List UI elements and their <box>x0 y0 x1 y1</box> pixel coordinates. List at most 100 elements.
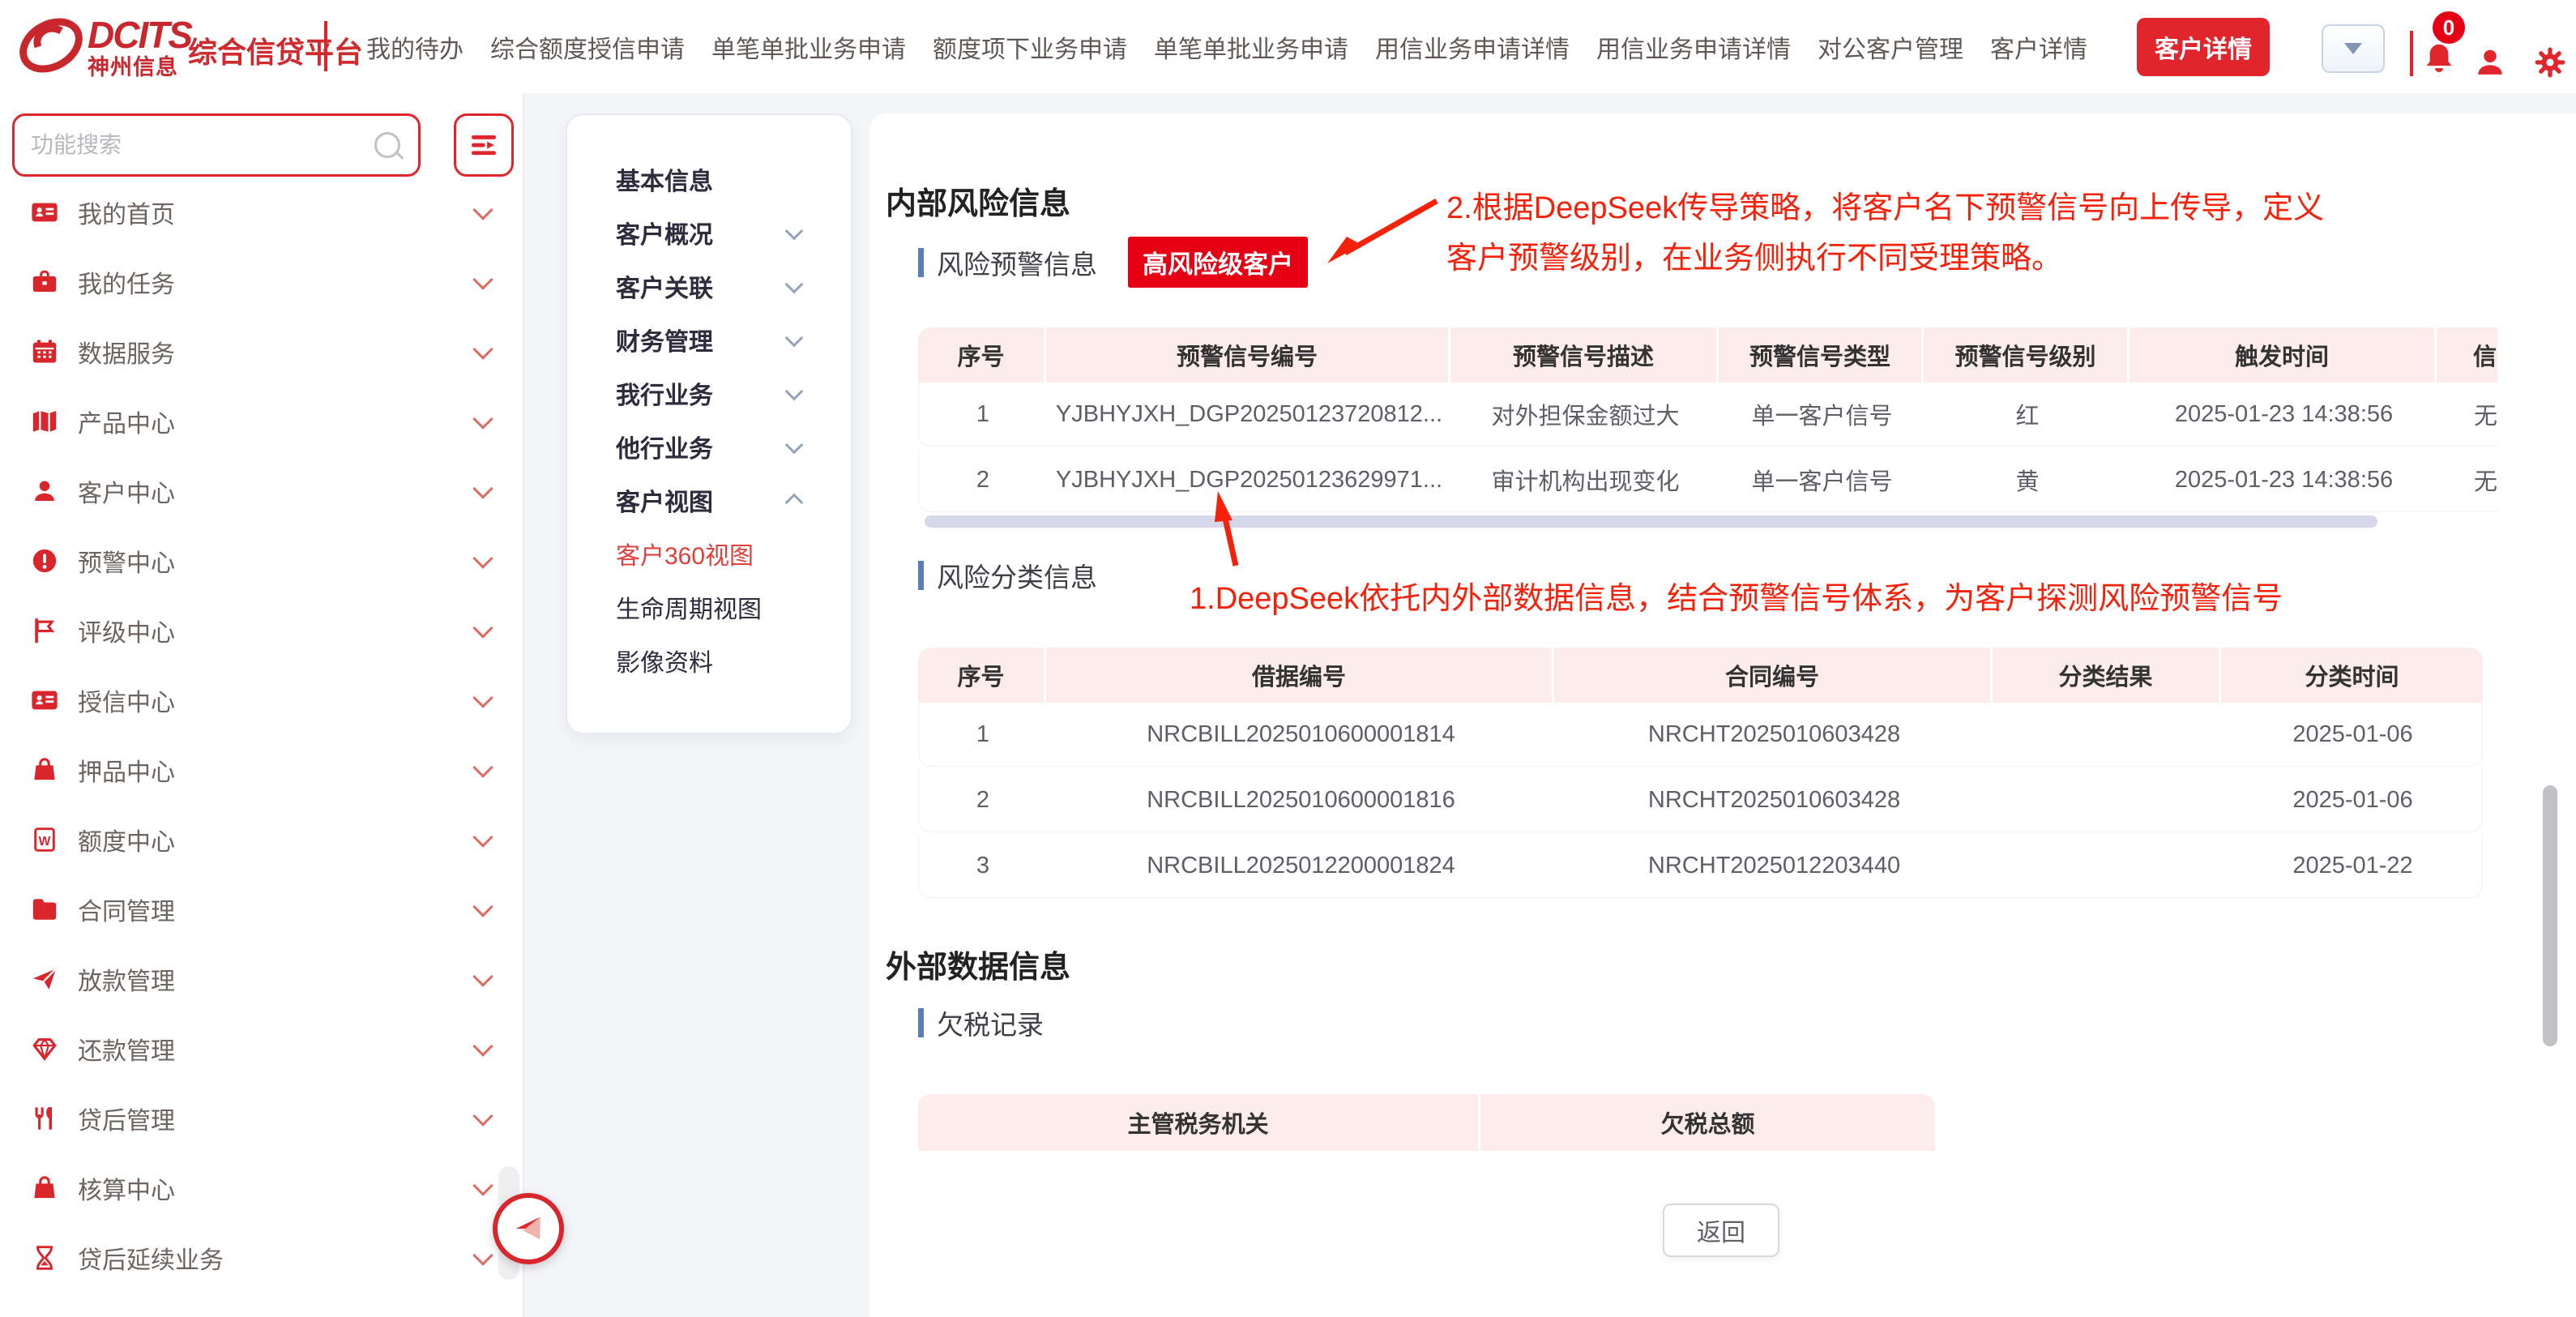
sidebar-item-label: 放款管理 <box>78 961 175 997</box>
chevron-down-icon <box>472 339 493 359</box>
sidebar-item-home[interactable]: 我的首页 <box>0 177 523 247</box>
tab-customer-detail-active[interactable]: 客户详情 <box>2137 18 2270 76</box>
chevron-down-icon <box>785 435 804 454</box>
submenu-label: 基本信息 <box>616 161 713 197</box>
tab-loan-detail-2[interactable]: 用信业务申请详情 <box>1596 29 1791 65</box>
sidebar-item-label: 数据服务 <box>78 334 175 370</box>
page-scrollbar[interactable] <box>2543 785 2557 1046</box>
cell: 无 <box>2437 448 2497 511</box>
submenu-lifecycle-view[interactable]: 生命周期视图 <box>567 580 851 634</box>
gem-icon <box>31 1035 58 1063</box>
sidebar-item-warning-center[interactable]: 预警中心 <box>0 526 523 596</box>
sidebar-item-label: 我的任务 <box>78 264 175 300</box>
cell: NRCHT2025012203440 <box>1555 834 1993 897</box>
sidebar-item-label: 贷后延续业务 <box>78 1240 224 1276</box>
tab-overflow-dropdown[interactable] <box>2322 24 2385 73</box>
sidebar-item-product-center[interactable]: 产品中心 <box>0 387 523 456</box>
column-header: 主管税务机关 <box>918 1094 1480 1151</box>
gear-icon[interactable] <box>2533 45 2567 79</box>
tab-customer-detail[interactable]: 客户详情 <box>1990 29 2087 65</box>
sidebar-item-rating-center[interactable]: 评级中心 <box>0 596 523 665</box>
sidebar-item-postloan-mgmt[interactable]: 贷后管理 <box>0 1084 523 1153</box>
brand-name: DCITS <box>88 16 191 53</box>
cell: 单一客户信号 <box>1719 383 1925 446</box>
magnifier-icon <box>374 132 400 158</box>
back-button[interactable]: 返回 <box>1663 1204 1779 1257</box>
horizontal-scrollbar[interactable] <box>925 515 2377 528</box>
cell: NRCBILL2025010600001814 <box>1047 703 1555 766</box>
menu-toggle-button[interactable] <box>454 113 514 177</box>
sidebar-item-label: 预警中心 <box>78 543 175 579</box>
tab-credit-apply[interactable]: 综合额度授信申请 <box>490 29 685 65</box>
submenu-label: 客户360视图 <box>616 536 754 571</box>
table-row[interactable]: 1 NRCBILL2025010600001814 NRCHT202501060… <box>918 703 2483 767</box>
header-red-divider <box>2410 31 2413 76</box>
tab-single-batch-1[interactable]: 单笔单批业务申请 <box>711 29 906 65</box>
utensils-icon <box>31 1105 58 1132</box>
submenu-label: 影像资料 <box>616 643 713 678</box>
tab-my-todo[interactable]: 我的待办 <box>366 29 464 65</box>
sidebar-item-quota-center[interactable]: 额度中心 <box>0 805 523 874</box>
sidebar-item-postloan-continuation[interactable]: 贷后延续业务 <box>0 1223 523 1293</box>
tab-single-batch-2[interactable]: 单笔单批业务申请 <box>1154 29 1348 65</box>
sidebar-item-label: 还款管理 <box>78 1031 175 1067</box>
submenu-customer-relations[interactable]: 客户关联 <box>567 259 851 313</box>
sidebar-item-data-service[interactable]: 数据服务 <box>0 317 523 387</box>
user-icon[interactable] <box>2473 44 2507 81</box>
calendar-icon <box>31 338 58 366</box>
cell <box>1993 703 2222 766</box>
sidebar-collapse-button[interactable] <box>493 1193 564 1264</box>
submenu-customer-360-view[interactable]: 客户360视图 <box>567 527 851 580</box>
chevron-down-icon <box>472 478 493 498</box>
briefcase-icon <box>31 268 58 296</box>
submenu-basic-info[interactable]: 基本信息 <box>567 152 851 206</box>
idcard-icon <box>31 199 58 226</box>
submenu-image-files[interactable]: 影像资料 <box>567 634 851 687</box>
tab-loan-detail-1[interactable]: 用信业务申请详情 <box>1375 29 1570 65</box>
submenu-other-bank-business[interactable]: 他行业务 <box>567 420 851 473</box>
sidebar-item-label: 我的首页 <box>78 195 175 230</box>
left-sidebar: 我的首页 我的任务 数据服务 产品中心 客户中心 预警中心 评级中心 授信中心 … <box>0 93 524 1317</box>
cell: YJBHYJXH_DGP20250123629971... <box>1047 448 1451 511</box>
search-input[interactable] <box>15 132 374 158</box>
table-row[interactable]: 1 YJBHYJXH_DGP20250123720812... 对外担保金额过大… <box>918 383 2497 447</box>
table-row[interactable]: 2 YJBHYJXH_DGP20250123629971... 审计机构出现变化… <box>918 448 2497 512</box>
annotation-arrow-2 <box>1319 195 1449 276</box>
sidebar-item-collateral-center[interactable]: 押品中心 <box>0 735 523 805</box>
submenu-customer-view[interactable]: 客户视图 <box>567 473 851 527</box>
annotation-note-2-line1: 2.根据DeepSeek传导策略，将客户名下预警信号向上传导，定义 <box>1446 183 2324 233</box>
folder-icon <box>31 896 58 923</box>
sidebar-item-label: 合同管理 <box>78 892 175 927</box>
table-row[interactable]: 3 NRCBILL2025012200001824 NRCHT202501220… <box>918 834 2483 898</box>
sidebar-item-disbursement-mgmt[interactable]: 放款管理 <box>0 944 523 1014</box>
bell-icon[interactable] <box>2421 39 2457 78</box>
submenu-our-bank-business[interactable]: 我行业务 <box>567 366 851 420</box>
notification-badge: 0 <box>2433 11 2465 44</box>
sidebar-item-credit-center[interactable]: 授信中心 <box>0 665 523 735</box>
cell: 2 <box>919 448 1047 511</box>
cell <box>1993 768 2222 832</box>
cell: NRCBILL2025012200001824 <box>1047 834 1555 897</box>
submenu-label: 他行业务 <box>616 429 713 464</box>
chevron-down-icon <box>472 687 493 708</box>
cell: 对外担保金额过大 <box>1451 383 1719 446</box>
sidebar-item-customer-center[interactable]: 客户中心 <box>0 456 523 526</box>
column-header: 预警信号类型 <box>1719 327 1924 383</box>
risk-classification-label: 风险分类信息 <box>937 556 1097 595</box>
submenu-finance-mgmt[interactable]: 财务管理 <box>567 313 851 366</box>
tax-arrears-table: 主管税务机关 欠税总额 <box>918 1094 1935 1151</box>
sidebar-item-contract-mgmt[interactable]: 合同管理 <box>0 874 523 944</box>
annotation-note-2-line2: 客户预警级别，在业务侧执行不同受理策略。 <box>1446 233 2324 284</box>
table-row[interactable]: 2 NRCBILL2025010600001816 NRCHT202501060… <box>918 768 2483 832</box>
submenu-customer-overview[interactable]: 客户概况 <box>567 206 851 259</box>
paper-plane-left-icon <box>511 1211 546 1246</box>
tab-corp-customer-mgmt[interactable]: 对公客户管理 <box>1818 29 1963 65</box>
cell: 审计机构出现变化 <box>1451 448 1719 511</box>
sidebar-item-label: 评级中心 <box>78 613 175 648</box>
bag-icon <box>31 756 58 784</box>
map-icon <box>31 408 58 435</box>
tab-quota-apply[interactable]: 额度项下业务申请 <box>933 29 1127 65</box>
sidebar-item-tasks[interactable]: 我的任务 <box>0 247 523 317</box>
sidebar-item-accounting-center[interactable]: 核算中心 <box>0 1153 523 1223</box>
sidebar-item-repayment-mgmt[interactable]: 还款管理 <box>0 1014 523 1084</box>
